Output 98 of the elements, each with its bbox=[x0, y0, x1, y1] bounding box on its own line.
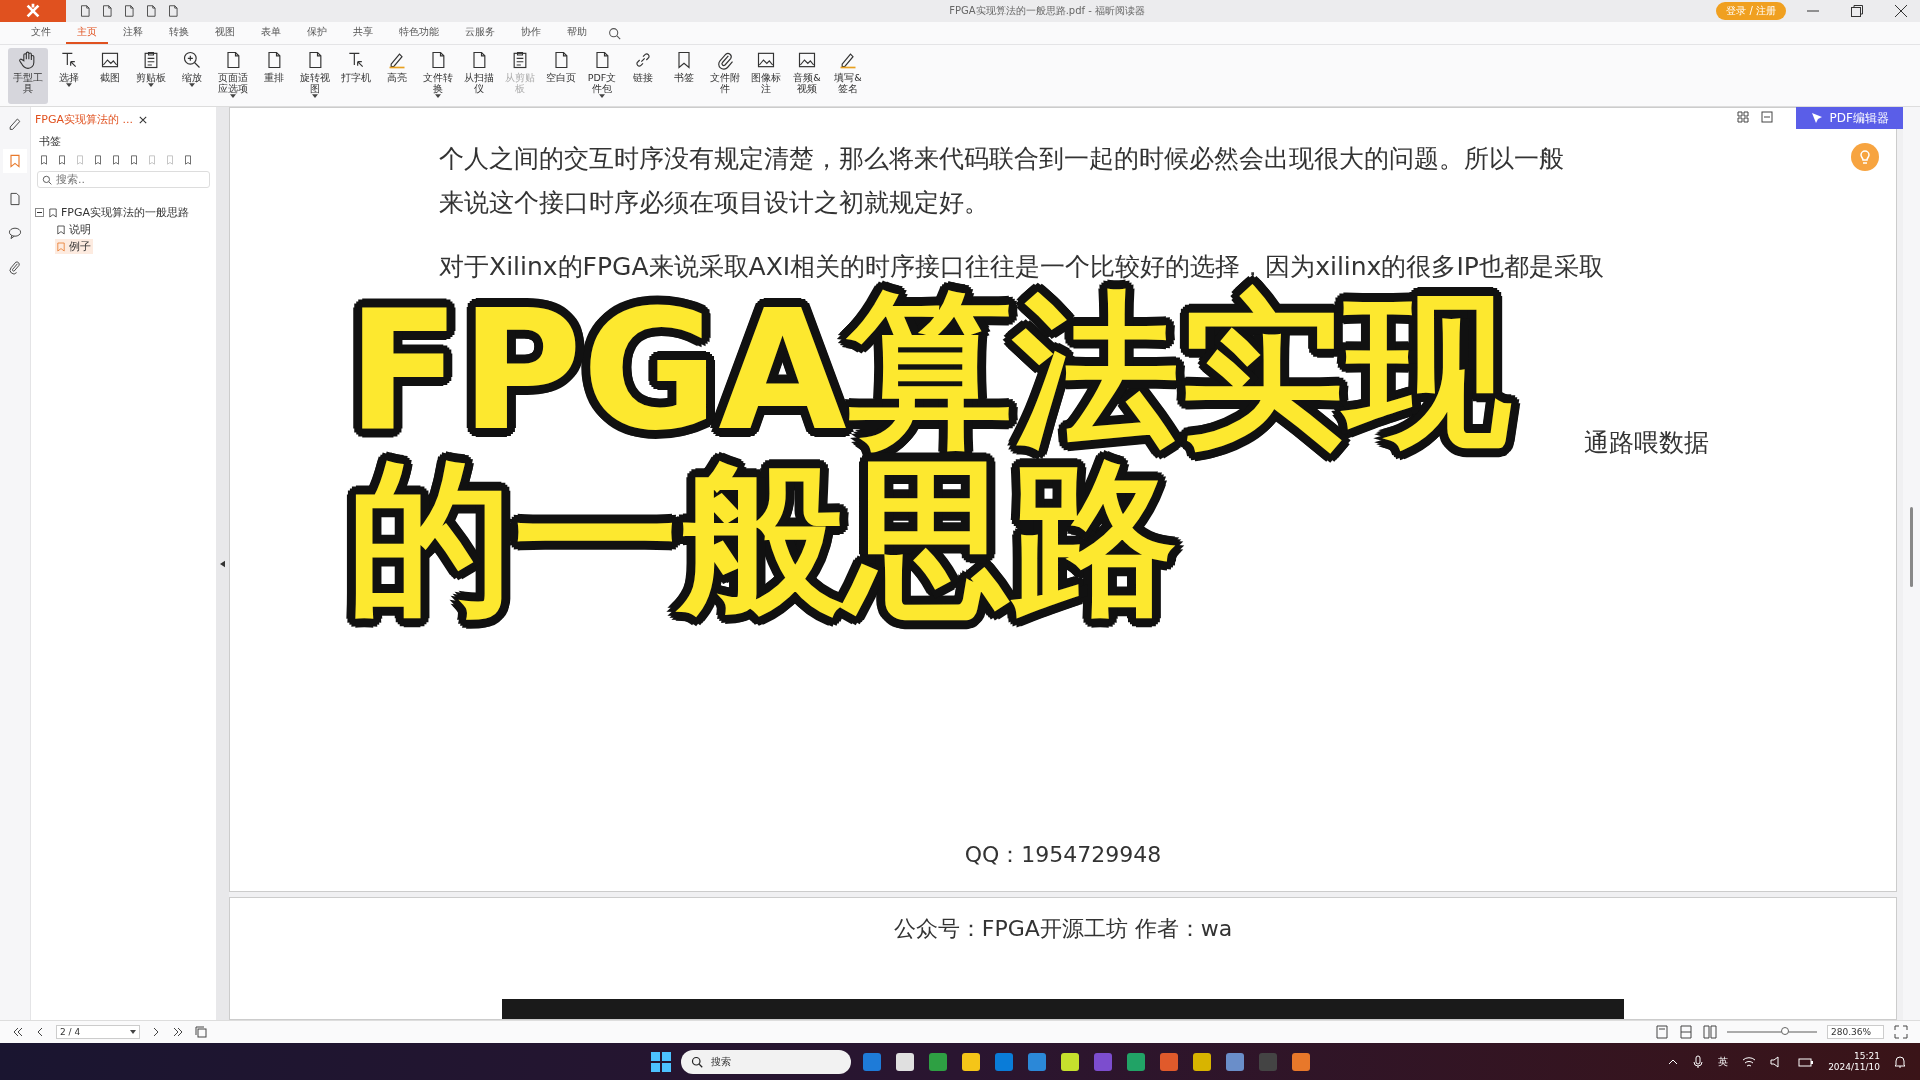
image-icon bbox=[756, 50, 776, 70]
text-cursor-icon bbox=[346, 50, 366, 70]
zoom-icon bbox=[182, 50, 202, 70]
fullscreen-icon[interactable] bbox=[1894, 1025, 1908, 1039]
toolbar-button[interactable]: 空白页 bbox=[541, 48, 581, 104]
toolbar-button[interactable]: 填写&签名 bbox=[828, 48, 868, 104]
bookmark-item[interactable]: FPGA实现算法的一般思路 bbox=[47, 205, 191, 220]
document-icon bbox=[122, 4, 136, 18]
collapse-icon[interactable] bbox=[35, 208, 44, 217]
toolbar-button[interactable]: 重排 bbox=[254, 48, 294, 104]
collapse-arrow-icon[interactable] bbox=[220, 559, 225, 568]
zoom-slider-thumb[interactable] bbox=[1781, 1027, 1790, 1035]
ribbon-tab[interactable]: 协作 bbox=[510, 22, 552, 44]
ribbon-tab[interactable]: 转换 bbox=[158, 22, 200, 44]
search-icon bbox=[691, 1055, 703, 1068]
close-icon[interactable] bbox=[1894, 4, 1908, 18]
taskbar-search-field[interactable]: 搜索 bbox=[681, 1049, 851, 1074]
toolbar-button[interactable]: 从扫描仪 bbox=[459, 48, 499, 104]
comment-icon[interactable] bbox=[7, 225, 23, 241]
ribbon-tab[interactable]: 特色功能 bbox=[388, 22, 450, 44]
scrollbar-thumb[interactable] bbox=[1910, 507, 1913, 587]
toolbar-button[interactable]: 文件转换 bbox=[418, 48, 458, 104]
header-text: 公众号：FPGA开源工坊 作者：wa bbox=[893, 915, 1233, 943]
close-icon[interactable] bbox=[139, 115, 147, 124]
panel-title: 书签 bbox=[38, 134, 62, 150]
toolbar-button[interactable]: 书签 bbox=[664, 48, 704, 104]
body-text: 来说这个接口时序必须在项目设计之初就规定好。 bbox=[439, 186, 989, 219]
grid-icon[interactable] bbox=[1737, 111, 1749, 123]
page-layout-icon[interactable] bbox=[1678, 1025, 1693, 1039]
search-icon[interactable] bbox=[608, 26, 621, 40]
toolbar-button[interactable]: 文件附件 bbox=[705, 48, 745, 104]
input-method-indicator[interactable]: 英 bbox=[1718, 1054, 1729, 1069]
ribbon-tab[interactable]: 文件 bbox=[20, 22, 62, 44]
ribbon-tab[interactable]: 保护 bbox=[296, 22, 338, 44]
ribbon-tab[interactable]: 视图 bbox=[204, 22, 246, 44]
bookmark-icon bbox=[57, 224, 65, 235]
copy-icon[interactable] bbox=[194, 1025, 208, 1039]
document-tab[interactable]: FPGA实现算法的 ... bbox=[31, 107, 216, 132]
body-text: 通路喂数据 bbox=[1584, 426, 1709, 459]
clock-date[interactable]: 2024/11/10 bbox=[1828, 1061, 1880, 1073]
ribbon-tab[interactable]: 共享 bbox=[342, 22, 384, 44]
bookmark-item[interactable]: 例子 bbox=[55, 239, 93, 254]
pdf-editor-button[interactable]: PDF编辑器 bbox=[1795, 107, 1903, 129]
window-title: FPGA实现算法的一般思路.pdf - 福昕阅读器 bbox=[948, 4, 1146, 18]
page-number-field[interactable]: 2 / 4 bbox=[56, 1025, 140, 1039]
bell-icon[interactable] bbox=[1894, 1054, 1906, 1069]
microphone-icon[interactable] bbox=[1692, 1054, 1705, 1069]
wifi-icon[interactable] bbox=[1742, 1055, 1757, 1068]
toolbar-button[interactable]: 音频&视频 bbox=[787, 48, 827, 104]
bookmark-item[interactable]: 说明 bbox=[55, 222, 93, 237]
toolbar-button[interactable]: 打字机 bbox=[336, 48, 376, 104]
ribbon-tab[interactable]: 云服务 bbox=[454, 22, 506, 44]
link-icon bbox=[633, 50, 653, 70]
search-icon bbox=[42, 174, 52, 185]
body-text: 个人之间的交互时序没有规定清楚，那么将来代码联合到一起的时候必然会出现很大的问题。所以一般 bbox=[439, 142, 1564, 175]
toolbar-button[interactable]: 选择 bbox=[49, 48, 89, 104]
document-icon bbox=[166, 4, 180, 18]
restore-icon[interactable] bbox=[1850, 4, 1864, 18]
pen-icon bbox=[838, 50, 858, 70]
document-icon bbox=[144, 4, 158, 18]
toolbar-button[interactable]: PDF文件包 bbox=[582, 48, 622, 104]
panel-icon[interactable] bbox=[1761, 111, 1773, 123]
bookmark-icon bbox=[49, 207, 57, 218]
bookmark-icon[interactable] bbox=[3, 149, 27, 173]
paperclip-icon bbox=[715, 50, 735, 70]
toolbar-button[interactable]: 页面适应选项 bbox=[213, 48, 253, 104]
image-icon bbox=[100, 50, 120, 70]
toolbar-button[interactable]: 剪贴板 bbox=[131, 48, 171, 104]
start-icon[interactable] bbox=[650, 1050, 672, 1073]
toolbar-button[interactable]: 图像标注 bbox=[746, 48, 786, 104]
pen-icon bbox=[387, 50, 407, 70]
caret-icon bbox=[130, 1030, 136, 1034]
zoom-field[interactable]: 280.36% bbox=[1826, 1025, 1884, 1039]
page-layout-icon[interactable] bbox=[1702, 1025, 1717, 1039]
toolbar-button[interactable]: 手型工具 bbox=[8, 48, 48, 104]
ribbon-tab[interactable]: 帮助 bbox=[556, 22, 598, 44]
battery-icon[interactable] bbox=[1798, 1055, 1815, 1068]
clock-time[interactable]: 15:21 bbox=[1854, 1050, 1880, 1062]
toolbar-button[interactable]: 链接 bbox=[623, 48, 663, 104]
pencil-icon[interactable] bbox=[7, 115, 23, 131]
image-icon bbox=[797, 50, 817, 70]
ribbon-tab[interactable]: 注释 bbox=[112, 22, 154, 44]
search-field[interactable]: 搜索.. bbox=[37, 171, 210, 188]
document-icon bbox=[78, 4, 92, 18]
toolbar-button[interactable]: 缩放 bbox=[172, 48, 212, 104]
page-icon[interactable] bbox=[7, 191, 23, 207]
app-logo-icon[interactable] bbox=[0, 0, 66, 22]
bookmark-icon bbox=[57, 241, 65, 252]
toolbar-button[interactable]: 旋转视图 bbox=[295, 48, 335, 104]
text-cursor-icon bbox=[59, 50, 79, 70]
first-page-icon[interactable] bbox=[12, 1026, 24, 1038]
last-page-icon[interactable] bbox=[172, 1026, 184, 1038]
toolbar-button[interactable]: 高亮 bbox=[377, 48, 417, 104]
toolbar-button[interactable]: 截图 bbox=[90, 48, 130, 104]
ribbon-tab[interactable]: 表单 bbox=[250, 22, 292, 44]
paperclip-icon[interactable] bbox=[7, 259, 23, 275]
document-icon bbox=[100, 4, 114, 18]
footer-text: QQ：1954729948 bbox=[963, 841, 1163, 869]
